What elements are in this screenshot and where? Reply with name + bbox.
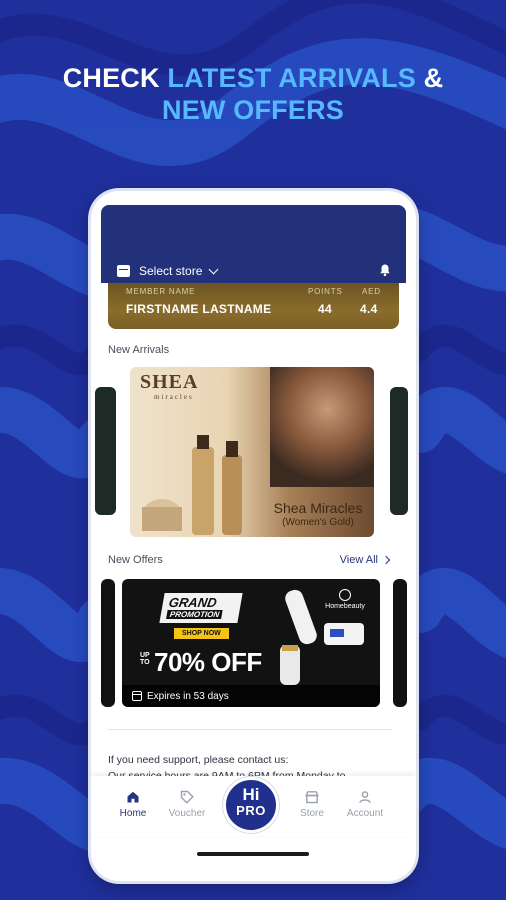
headline-text: CHECK: [62, 63, 168, 93]
discount-text: 70% OFF: [154, 647, 262, 677]
headline-accent: LATEST ARRIVALS: [167, 63, 416, 93]
phone-frame: Select store MEMBER NAME FIRSTNAME LASTN…: [91, 191, 416, 881]
points-label: POINTS: [308, 287, 343, 296]
shop-now-tag: SHOP NOW: [174, 628, 229, 639]
banner-caption-subtitle: (Women's Gold): [282, 517, 354, 528]
expiry-strip: Expires in 53 days: [122, 685, 380, 707]
bell-icon[interactable]: [378, 263, 392, 277]
nav-home[interactable]: Home: [103, 790, 163, 819]
home-icon: [127, 791, 139, 803]
divider: [108, 729, 392, 730]
nav-store[interactable]: Store: [282, 790, 342, 819]
member-card[interactable]: MEMBER NAME FIRSTNAME LASTNAME POINTS 44…: [108, 283, 399, 329]
model-portrait-image: [270, 367, 374, 487]
headline-line-1: CHECK LATEST ARRIVALS &: [0, 62, 506, 94]
brand-name: SHEA: [140, 371, 199, 393]
expiry-text: Expires in 53 days: [147, 690, 229, 702]
new-arrivals-title: New Arrivals: [108, 344, 170, 356]
store-selector-label: Select store: [139, 264, 203, 278]
new-arrival-banner[interactable]: SHEA miracles Shea Miracles (Women's Gol…: [130, 367, 374, 537]
promo-headline: GRAND: [167, 595, 218, 610]
app-header: Select store: [101, 205, 406, 283]
store-icon: [117, 265, 130, 277]
headline-line-2: NEW OFFERS: [162, 95, 344, 125]
store-icon: [305, 791, 319, 804]
shea-miracles-logo: SHEA miracles: [140, 371, 199, 401]
nav-voucher[interactable]: Voucher: [157, 790, 217, 819]
beauty-devices-image: [280, 589, 364, 685]
headline-text: &: [415, 63, 444, 93]
product-bottles-image: [142, 435, 242, 535]
carousel-prev-peek[interactable]: [95, 387, 116, 515]
grand-promotion-badge: GRAND PROMOTION: [159, 593, 243, 623]
banner-caption-title: Shea Miracles: [273, 500, 363, 516]
carousel-next-peek[interactable]: [390, 387, 408, 515]
promo-sub: PROMOTION: [166, 610, 223, 619]
view-all-link[interactable]: View All: [339, 554, 391, 566]
home-indicator: [197, 852, 309, 856]
view-all-label: View All: [339, 554, 378, 566]
banner-caption: Shea Miracles (Women's Gold): [258, 500, 374, 528]
brand-sub: miracles: [154, 393, 194, 401]
promo-headline: CHECK LATEST ARRIVALS & NEW OFFERS: [0, 62, 506, 126]
new-offer-banner[interactable]: GRAND PROMOTION SHOP NOW UP TO 70% OFF H…: [122, 579, 380, 707]
nav-account[interactable]: Account: [335, 790, 395, 819]
nav-account-label: Account: [346, 808, 384, 819]
bottom-navigation: Home Voucher Hi PRO Store Account: [91, 776, 416, 836]
member-name-label: MEMBER NAME: [126, 287, 196, 296]
aed-label: AED: [362, 287, 381, 296]
nav-store-label: Store: [300, 808, 324, 819]
hipro-logo-line1: Hi: [242, 785, 260, 804]
chevron-right-icon: [381, 555, 391, 565]
new-offers-title: New Offers: [108, 554, 163, 566]
store-selector[interactable]: Select store: [117, 261, 219, 281]
calendar-icon: [132, 691, 142, 701]
points-value: 44: [318, 302, 332, 316]
member-name-value: FIRSTNAME LASTNAME: [126, 302, 272, 316]
up-to-label: UP TO: [140, 652, 150, 666]
nav-home-label: Home: [119, 808, 147, 819]
person-icon: [359, 791, 371, 804]
tag-icon: [180, 790, 194, 804]
offers-prev-peek[interactable]: [101, 579, 115, 707]
aed-value: 4.4: [360, 302, 378, 316]
hipro-logo-button[interactable]: Hi PRO: [223, 777, 279, 833]
nav-voucher-label: Voucher: [168, 808, 206, 819]
support-line-1: If you need support, please contact us:: [108, 754, 289, 766]
hipro-logo-line2: PRO: [236, 803, 266, 818]
offers-next-peek[interactable]: [393, 579, 407, 707]
chevron-down-icon: [208, 264, 219, 274]
